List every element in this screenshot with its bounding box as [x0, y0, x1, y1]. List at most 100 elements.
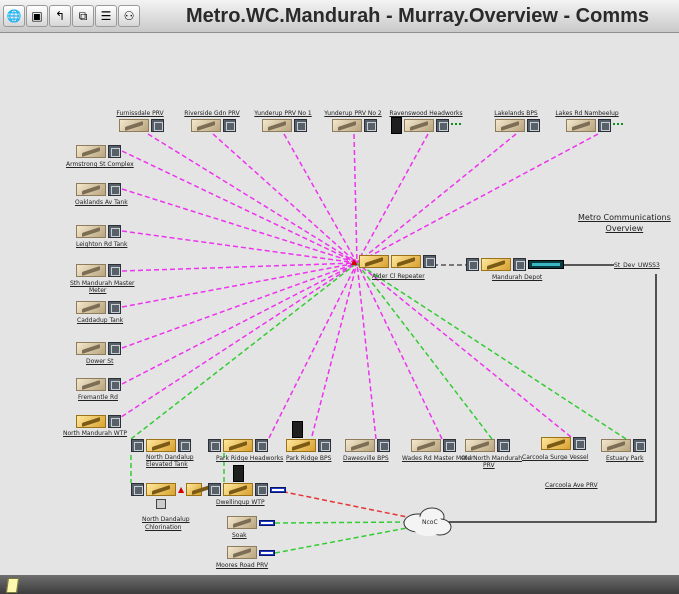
- site-oaklands[interactable]: [76, 183, 121, 196]
- label-old-north-1[interactable]: Old North Mandurah: [461, 455, 522, 462]
- link-north-dandalup-tank[interactable]: [130, 262, 358, 440]
- rtu-icon: [465, 439, 495, 452]
- label-carcoola-ave[interactable]: Carcoola Ave PRV: [545, 482, 598, 489]
- site-north-dandalup-chl[interactable]: ▲: [131, 483, 203, 496]
- site-moores[interactable]: [227, 546, 275, 559]
- label-yunderup-2[interactable]: Yunderup PRV No 2: [324, 110, 381, 117]
- link-lakelands[interactable]: [356, 133, 517, 264]
- label-park-ridge-hw[interactable]: Park Ridge Headworks: [216, 455, 283, 462]
- rtu-icon: [566, 119, 596, 132]
- pipe-icon: [270, 486, 286, 493]
- site-dwellingup-wtp[interactable]: [208, 483, 286, 496]
- rtu-alarm-icon: [76, 415, 106, 428]
- link-estuary[interactable]: [356, 262, 627, 440]
- site-yunderup-1[interactable]: [262, 119, 307, 132]
- site-north-mandurah-wtp[interactable]: [76, 415, 121, 428]
- globe-icon[interactable]: 🌐: [3, 5, 25, 27]
- site-park-ridge-hw[interactable]: [208, 439, 268, 452]
- label-dawesville[interactable]: Dawesville BPS: [343, 455, 389, 462]
- site-riverside[interactable]: [191, 119, 236, 132]
- list-icon[interactable]: ☰: [95, 5, 117, 27]
- link-fremantle[interactable]: [121, 262, 358, 385]
- link-dower[interactable]: [121, 262, 358, 349]
- site-dawesville[interactable]: [345, 439, 390, 452]
- label-armstrong[interactable]: Armstrong St Complex: [66, 161, 134, 168]
- label-park-ridge-bps[interactable]: Park Ridge BPS: [286, 455, 331, 462]
- label-north-mandurah-wtp[interactable]: North Mandurah WTP: [63, 430, 127, 437]
- link-old-north[interactable]: [356, 262, 493, 440]
- site-park-ridge-bps-units[interactable]: [286, 439, 331, 452]
- label-leighton[interactable]: Leighton Rd Tank: [76, 241, 127, 248]
- site-mandurah-depot[interactable]: [466, 258, 564, 271]
- site-old-north[interactable]: [465, 439, 510, 452]
- label-st-dev[interactable]: St_Dev_UWSS3: [614, 262, 660, 269]
- radio-modem-icon: [466, 258, 479, 271]
- up-arrow-icon[interactable]: ↰: [49, 5, 71, 27]
- link-park-ridge-bps[interactable]: [311, 262, 358, 437]
- site-furnissdale[interactable]: [119, 119, 164, 132]
- document-icon[interactable]: ▣: [26, 5, 48, 27]
- site-ravenswood[interactable]: [391, 117, 461, 134]
- label-north-dandalup-tank-2[interactable]: Elevated Tank: [146, 461, 188, 468]
- label-yunderup-1[interactable]: Yunderup PRV No 1: [254, 110, 311, 117]
- link-dawesville[interactable]: [356, 262, 377, 440]
- link-armstrong[interactable]: [121, 150, 358, 264]
- label-dwellingup[interactable]: Dwellingup WTP: [216, 499, 265, 506]
- site-soak[interactable]: [227, 516, 275, 529]
- label-sth-mandurah-line1[interactable]: Sth Mandurah Master: [70, 280, 134, 287]
- site-wades[interactable]: [411, 439, 456, 452]
- binoculars-icon[interactable]: ⚇: [118, 5, 140, 27]
- site-armstrong[interactable]: [76, 145, 121, 158]
- site-carcoola-surge[interactable]: [541, 437, 586, 450]
- copy-icon[interactable]: ⧉: [72, 5, 94, 27]
- site-alder-repeater[interactable]: ▲: [351, 255, 437, 268]
- alarm-marker-icon: ▲: [178, 484, 185, 494]
- radio-modem-icon: [108, 301, 121, 314]
- label-estuary[interactable]: Estuary Park: [606, 455, 644, 462]
- link-wades[interactable]: [356, 262, 443, 440]
- link-north-mandurah-wtp[interactable]: [114, 262, 358, 422]
- site-yunderup-2[interactable]: [332, 119, 377, 132]
- site-estuary[interactable]: [601, 439, 646, 452]
- label-north-dandalup-chl-2[interactable]: Chlorination: [145, 524, 181, 531]
- label-soak[interactable]: Soak: [232, 532, 247, 539]
- link-furnissdale[interactable]: [147, 133, 358, 264]
- label-old-north-2[interactable]: PRV: [483, 462, 495, 469]
- site-lakelands[interactable]: [495, 119, 540, 132]
- label-lakes-rd[interactable]: Lakes Rd Nambeelup: [555, 110, 618, 117]
- link-leighton[interactable]: [121, 230, 358, 264]
- site-dower[interactable]: [76, 342, 121, 355]
- site-sth-mandurah[interactable]: [76, 264, 121, 277]
- link-soak[interactable]: [274, 521, 413, 524]
- site-fremantle[interactable]: [76, 378, 121, 391]
- label-oaklands[interactable]: Oaklands Av Tank: [75, 199, 128, 206]
- note-icon[interactable]: [5, 578, 20, 593]
- label-furnissdale[interactable]: Furnissdale PRV: [116, 110, 163, 117]
- link-yunderup-1[interactable]: [283, 133, 358, 264]
- link-riverside[interactable]: [212, 133, 358, 264]
- rtu-alarm-icon: [541, 437, 571, 450]
- label-riverside[interactable]: Riverside Gdn PRV: [184, 110, 239, 117]
- link-park-ridge-hw[interactable]: [268, 262, 358, 439]
- label-sth-mandurah-line2[interactable]: Meter: [89, 287, 106, 294]
- site-lakes-rd[interactable]: [566, 119, 623, 132]
- label-carcoola-surge[interactable]: Carcoola Surge Vessel: [522, 454, 588, 461]
- label-alder[interactable]: Alder Cl Repeater: [372, 273, 425, 280]
- site-caddadup[interactable]: [76, 301, 121, 314]
- link-moores[interactable]: [274, 526, 413, 554]
- label-mandurah-depot[interactable]: Mandurah Depot: [492, 274, 542, 281]
- link-dwellingup-fault[interactable]: [274, 489, 413, 519]
- label-dower[interactable]: Dower St: [86, 358, 113, 365]
- label-fremantle[interactable]: Fremantle Rd: [78, 394, 118, 401]
- link-yunderup-2[interactable]: [353, 133, 358, 264]
- site-leighton[interactable]: [76, 225, 121, 238]
- site-north-dandalup-tank[interactable]: [131, 439, 191, 452]
- label-north-dandalup-tank-1[interactable]: North Dandalup: [146, 454, 194, 461]
- label-lakelands[interactable]: Lakelands BPS: [494, 110, 538, 117]
- link-carcoola-surge[interactable]: [356, 262, 572, 438]
- label-north-dandalup-chl-1[interactable]: North Dandalup: [142, 516, 190, 523]
- label-caddadup[interactable]: Caddadup Tank: [77, 317, 123, 324]
- label-ravenswood[interactable]: Ravenswood Headworks: [389, 110, 462, 117]
- label-ncoc[interactable]: NcoC: [422, 519, 438, 526]
- label-moores[interactable]: Moores Road PRV: [216, 562, 268, 569]
